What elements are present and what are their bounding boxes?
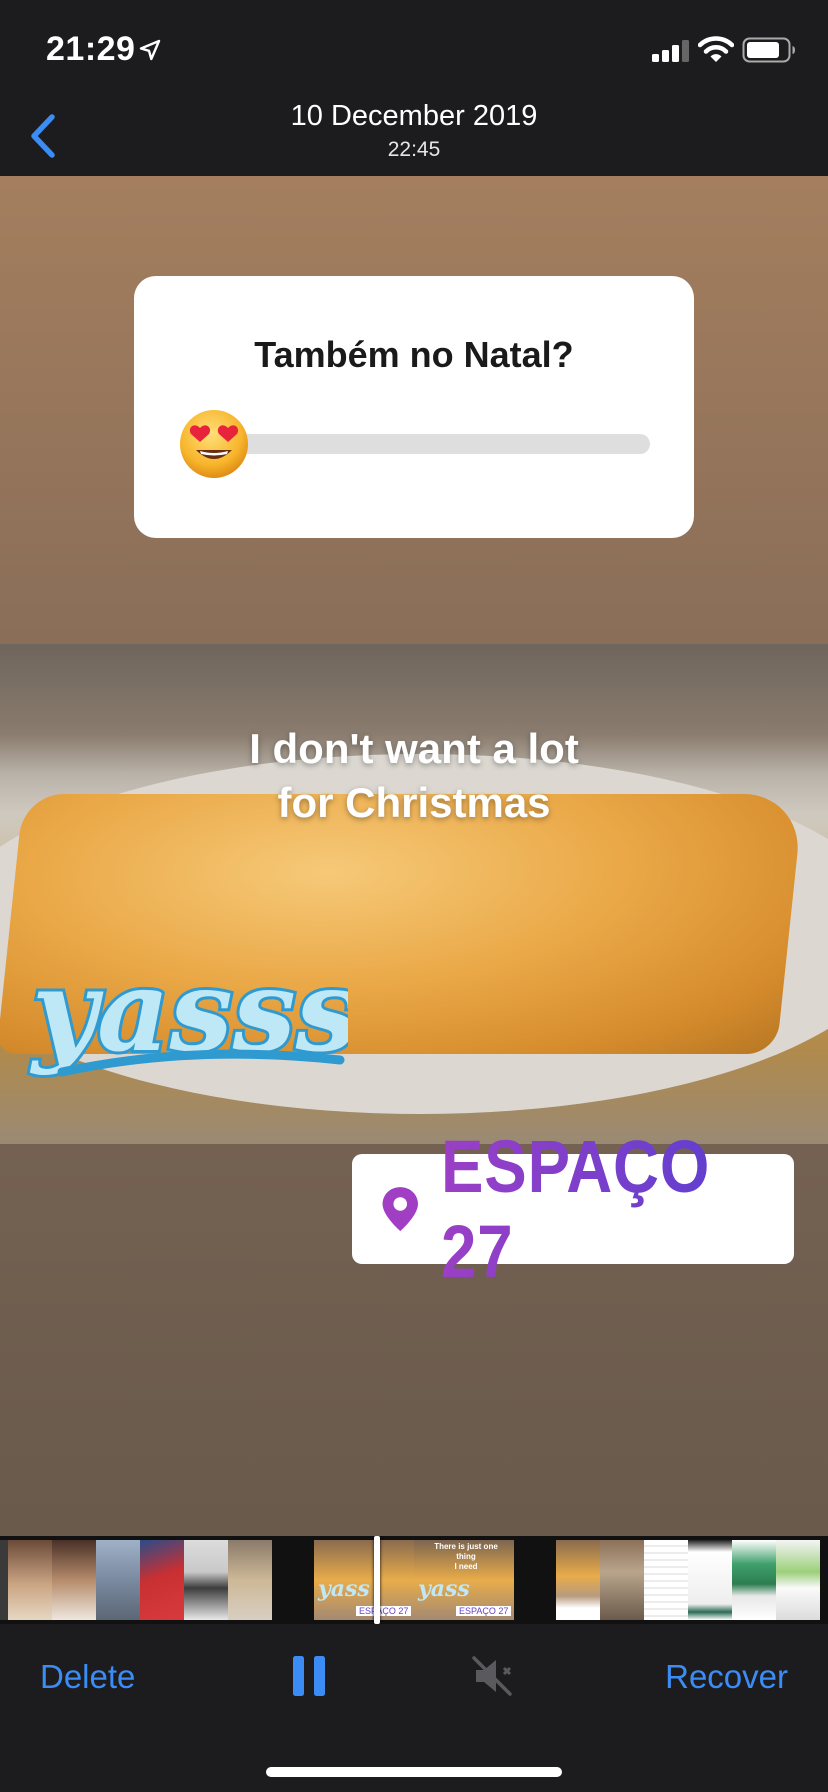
thumbnail-9[interactable] bbox=[556, 1540, 600, 1620]
filmstrip-group-2: yass ESPAÇO 27 There is just one thing I… bbox=[314, 1540, 514, 1620]
map-pin-icon bbox=[382, 1187, 418, 1231]
story-preview[interactable]: Também no Natal? I don't want a lot for … bbox=[0, 176, 828, 1536]
location-arrow-icon bbox=[139, 39, 161, 61]
thumbnail-7[interactable]: yass ESPAÇO 27 bbox=[314, 1540, 414, 1620]
poll-sticker: Também no Natal? bbox=[134, 276, 694, 538]
thumbnail-14[interactable] bbox=[776, 1540, 820, 1620]
battery-icon bbox=[742, 37, 795, 63]
thumbnail-8[interactable]: There is just one thing I need yass ESPA… bbox=[414, 1540, 514, 1620]
status-time: 21:29 bbox=[46, 30, 136, 68]
thumbnail-5[interactable] bbox=[184, 1540, 228, 1620]
nav-subtitle: 22:45 bbox=[387, 138, 441, 161]
poll-slider-track bbox=[230, 434, 650, 454]
thumbnail-2[interactable] bbox=[52, 1540, 96, 1620]
thumbnail-10[interactable] bbox=[600, 1540, 644, 1620]
status-bar: 21:29 bbox=[0, 0, 828, 96]
wifi-icon bbox=[698, 36, 734, 62]
filmstrip-scrubber[interactable] bbox=[374, 1536, 380, 1624]
thumbnail-13[interactable] bbox=[732, 1540, 776, 1620]
thumbnail-3[interactable] bbox=[96, 1540, 140, 1620]
thumbnail-location-tag: ESPAÇO 27 bbox=[356, 1606, 412, 1616]
pause-icon[interactable] bbox=[290, 1654, 328, 1698]
thumbnail-11[interactable] bbox=[644, 1540, 688, 1620]
thumbnail-12[interactable] bbox=[688, 1540, 732, 1620]
thumbnail-caption: There is just one thing I need bbox=[428, 1542, 504, 1572]
thumbnail-caption-line-1: There is just one thing bbox=[434, 1542, 498, 1561]
bottom-toolbar: Delete Recover bbox=[0, 1624, 828, 1792]
filmstrip-group-3 bbox=[556, 1540, 820, 1620]
signal-icon bbox=[652, 40, 689, 62]
home-indicator bbox=[266, 1767, 562, 1777]
recover-button[interactable]: Recover bbox=[665, 1658, 788, 1696]
thumbnail-4[interactable] bbox=[140, 1540, 184, 1620]
story-photo: I don't want a lot for Christmas yasss bbox=[0, 644, 828, 1144]
caption-line-1: I don't want a lot bbox=[249, 725, 579, 772]
caption-line-2: for Christmas bbox=[277, 779, 551, 826]
thumbnail-location-tag: ESPAÇO 27 bbox=[456, 1606, 512, 1616]
thumbnail-sticker: yass bbox=[318, 1576, 370, 1602]
poll-question: Também no Natal? bbox=[254, 334, 574, 375]
thumbnail-caption-line-2: I need bbox=[454, 1562, 478, 1571]
delete-button[interactable]: Delete bbox=[40, 1658, 135, 1696]
thumbnail-1[interactable] bbox=[8, 1540, 52, 1620]
location-label: ESPAÇO 27 bbox=[441, 1124, 745, 1294]
heart-eyes-emoji-icon bbox=[180, 410, 248, 478]
thumbnail-sticker: yass bbox=[418, 1576, 470, 1602]
speaker-muted-icon[interactable] bbox=[470, 1654, 514, 1698]
yasss-sticker: yasss bbox=[26, 943, 348, 1080]
nav-bar: 10 December 2019 22:45 bbox=[0, 96, 828, 176]
story-caption: I don't want a lot for Christmas bbox=[0, 722, 828, 830]
location-sticker: ESPAÇO 27 bbox=[352, 1125, 794, 1293]
nav-title: 10 December 2019 bbox=[290, 100, 538, 132]
filmstrip-group-1 bbox=[0, 1540, 272, 1620]
thumbnail-6[interactable] bbox=[228, 1540, 272, 1620]
filmstrip[interactable]: yass ESPAÇO 27 There is just one thing I… bbox=[0, 1536, 828, 1624]
